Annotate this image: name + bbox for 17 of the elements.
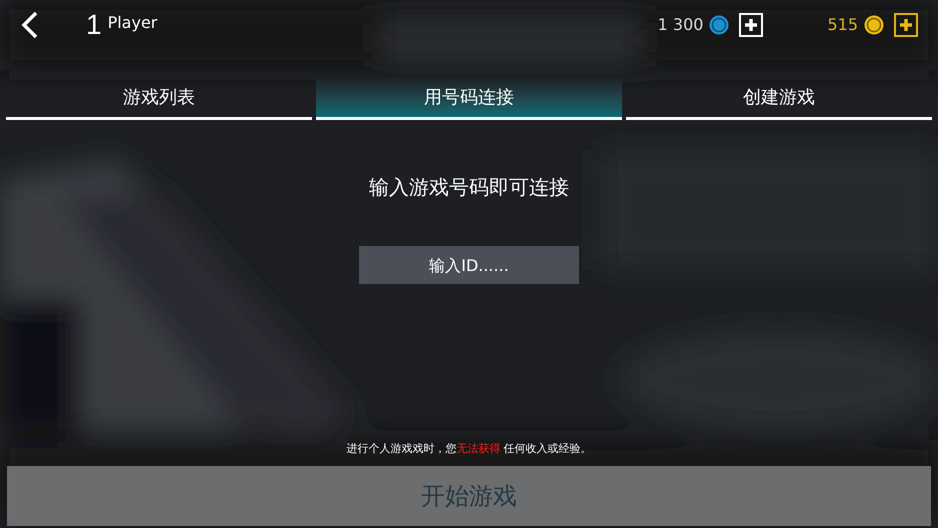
premium-currency-amount: 515 bbox=[827, 14, 858, 36]
add-premium-currency-button[interactable] bbox=[894, 13, 918, 37]
tab[interactable]: 游戏列表 bbox=[6, 78, 312, 120]
premium-coin-icon bbox=[864, 15, 884, 35]
tab[interactable]: 创建游戏 bbox=[626, 78, 932, 120]
plus-icon bbox=[899, 18, 913, 32]
back-icon[interactable] bbox=[20, 11, 40, 39]
plus-icon bbox=[744, 18, 758, 32]
coin-icon bbox=[709, 15, 730, 35]
prompt-text: 输入游戏号码即可连接 bbox=[368, 174, 570, 201]
credits-amount: 1 300 bbox=[658, 14, 704, 36]
player-count: 1 bbox=[86, 8, 102, 42]
notice-text: 进行个人游戏戏时，您无法获得 任何收入或经验。 bbox=[345, 440, 593, 456]
id-input-field[interactable]: 输入ID...... bbox=[359, 246, 579, 284]
player-label: Player bbox=[108, 12, 158, 34]
add-credits-button[interactable] bbox=[739, 13, 764, 37]
tab[interactable]: 用号码连接 bbox=[316, 78, 622, 120]
